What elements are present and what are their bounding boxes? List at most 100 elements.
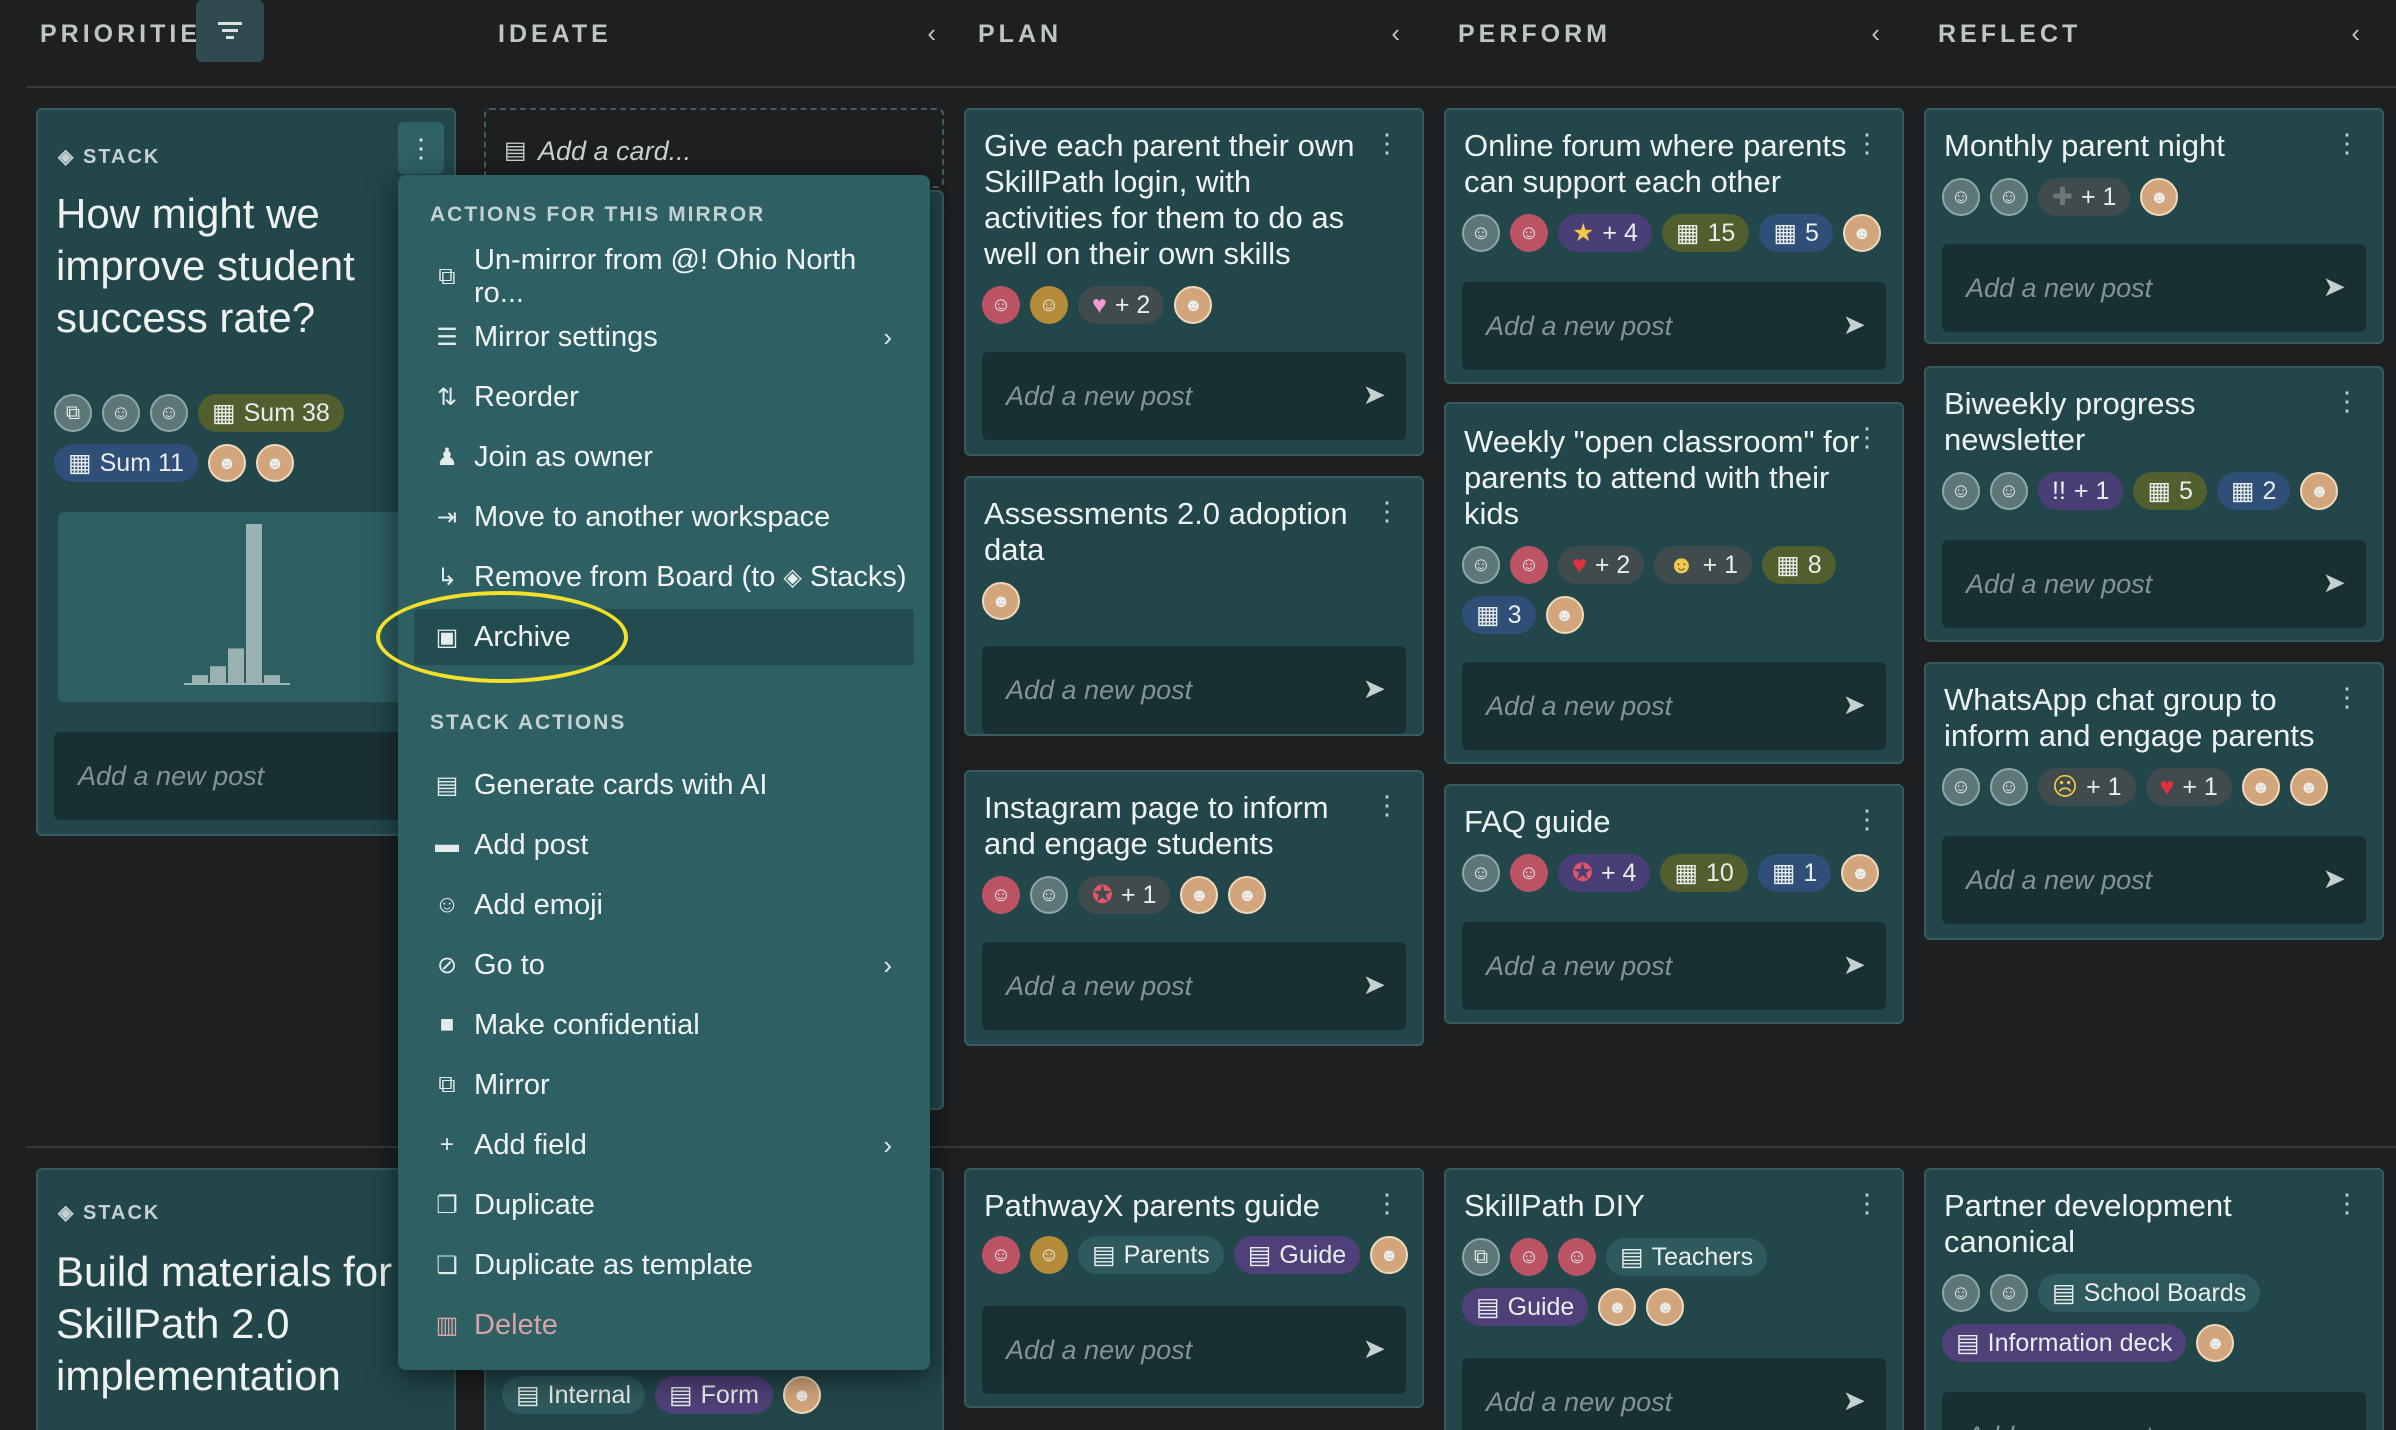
add-post-input[interactable]: Add a new post	[54, 732, 438, 820]
filter-button[interactable]	[196, 0, 264, 62]
card-menu-icon[interactable]: ⋮	[2334, 130, 2360, 156]
send-icon[interactable]: ➤	[1843, 688, 1866, 721]
send-icon[interactable]: ➤	[1843, 308, 1866, 341]
field-icon: ▦	[1674, 859, 1699, 887]
menu-item-mirror[interactable]: ⧉ Mirror	[414, 1057, 914, 1113]
add-post-input[interactable]: Add a new post ➤	[1462, 922, 1886, 1010]
perform-card[interactable]: Weekly "open classroom" for parents to a…	[1444, 402, 1904, 764]
card-menu-icon[interactable]: ⋮	[1374, 498, 1400, 524]
add-post-input[interactable]: Add a new post ➤	[1942, 244, 2366, 332]
perform-card[interactable]: Online forum where parents can support e…	[1444, 108, 1904, 384]
menu-item-join-as-owner[interactable]: ♟ Join as owner	[414, 429, 914, 485]
add-post-input[interactable]: Add a new post ➤	[982, 1306, 1406, 1394]
plan-card[interactable]: PathwayX parents guide ⋮ ☺ ☺ ▤ Parents ▤ G…	[964, 1168, 1424, 1408]
menu-item-duplicate[interactable]: ❐ Duplicate	[414, 1177, 914, 1233]
stack-title[interactable]: Build materials for SkillPath 2.0 implem…	[56, 1246, 456, 1402]
card-title[interactable]: FAQ guide	[1464, 804, 1864, 840]
card-menu-icon[interactable]: ⋮	[2334, 684, 2360, 710]
menu-item-make-confidential[interactable]: ■ Make confidential	[414, 997, 914, 1053]
reflect-card[interactable]: Biweekly progress newsletter ⋮ ☺ ☺ !! + 1…	[1924, 366, 2384, 642]
send-icon[interactable]: ➤	[1363, 378, 1386, 411]
card-menu-icon[interactable]: ⋮	[1854, 806, 1880, 832]
card-menu-icon[interactable]: ⋮	[1374, 1190, 1400, 1216]
add-post-input[interactable]: Add a new post ➤	[1942, 540, 2366, 628]
menu-item-add-emoji[interactable]: ☺ Add emoji	[414, 877, 914, 933]
filter-icon	[218, 22, 242, 39]
collapse-column-icon[interactable]: ‹	[1871, 18, 1880, 49]
add-post-placeholder: Add a new post	[1486, 311, 1673, 341]
send-icon[interactable]: ➤	[2323, 862, 2346, 895]
menu-section-header: ACTIONS FOR THIS MIRROR	[430, 203, 766, 226]
card-menu-icon[interactable]: ⋮	[1374, 130, 1400, 156]
card-title[interactable]: Give each parent their own SkillPath log…	[984, 128, 1374, 272]
card-menu-icon[interactable]: ⋮	[2334, 388, 2360, 414]
plan-card[interactable]: Give each parent their own SkillPath log…	[964, 108, 1424, 456]
reflect-card[interactable]: Partner development canonical ⋮ ☺ ☺ ▤ Sch…	[1924, 1168, 2384, 1430]
card-title[interactable]: Instagram page to inform and engage stud…	[984, 790, 1374, 862]
menu-item-go-to[interactable]: ⊘ Go to ›	[414, 937, 914, 993]
assignee-icon: ☺	[1942, 1274, 1980, 1312]
menu-item-delete[interactable]: ▥ Delete	[414, 1297, 914, 1353]
add-post-input[interactable]: Add a new post ➤	[982, 646, 1406, 734]
card-title[interactable]: PathwayX parents guide	[984, 1188, 1374, 1224]
menu-item-add-post[interactable]: ▬ Add post	[414, 817, 914, 873]
send-icon[interactable]: ➤	[1363, 672, 1386, 705]
stack-menu-button[interactable]: ⋮	[398, 122, 444, 174]
plan-card[interactable]: Assessments 2.0 adoption data ⋮ ☻ Add a …	[964, 476, 1424, 736]
send-icon[interactable]: ➤	[2323, 566, 2346, 599]
reflect-card[interactable]: Monthly parent night ⋮ ☺ ☺ ✚ + 1 ☻ Add a …	[1924, 108, 2384, 344]
send-icon[interactable]: ➤	[1363, 1332, 1386, 1365]
card-title[interactable]: WhatsApp chat group to inform and engage…	[1944, 682, 2344, 754]
card-title[interactable]: Biweekly progress newsletter	[1944, 386, 2344, 458]
link-icon: ⊘	[436, 951, 458, 979]
menu-item-reorder[interactable]: ⇅ Reorder	[414, 369, 914, 425]
send-icon[interactable]: ➤	[2323, 270, 2346, 303]
menu-item-label: Remove from Board (to	[474, 560, 776, 593]
card-title[interactable]: SkillPath DIY	[1464, 1188, 1864, 1224]
add-post-input[interactable]: Add a new post ➤	[1462, 282, 1886, 370]
add-post-input[interactable]: Add a new post ➤	[982, 942, 1406, 1030]
card-chips: ☺ ☺ ▤ School Boards ▤ Information deck ☻	[1942, 1274, 2362, 1362]
avatar: ☻	[2300, 472, 2339, 510]
card-title[interactable]: Partner development canonical	[1944, 1188, 2344, 1260]
menu-item-move-workspace[interactable]: ⇥ Move to another workspace	[414, 489, 914, 545]
number-chip: ▦ 5	[2133, 472, 2207, 510]
stack-title[interactable]: How might we improve student success rat…	[56, 188, 436, 344]
menu-item-add-field[interactable]: + Add field ›	[414, 1117, 914, 1173]
avatar: ☻	[2241, 768, 2280, 806]
menu-item-mirror-settings[interactable]: ☰ Mirror settings ›	[414, 309, 914, 365]
card-title[interactable]: Online forum where parents can support e…	[1464, 128, 1864, 200]
add-post-input[interactable]: Add a new post ➤	[1462, 1358, 1886, 1430]
card-menu-icon[interactable]: ⋮	[1854, 130, 1880, 156]
send-icon[interactable]: ➤	[1843, 1384, 1866, 1417]
collapse-column-icon[interactable]: ‹	[927, 18, 936, 49]
card-menu-icon[interactable]: ⋮	[1854, 1190, 1880, 1216]
add-post-input[interactable]: Add a new post	[1942, 1392, 2366, 1430]
menu-item-generate-ai[interactable]: ▤ Generate cards with AI	[414, 757, 914, 813]
card-menu-icon[interactable]: ⋮	[2334, 1190, 2360, 1216]
stack-card[interactable]: ◈ STACK Build materials for SkillPath 2.…	[36, 1168, 456, 1430]
card-menu-icon[interactable]: ⋮	[1854, 424, 1880, 450]
card-title[interactable]: Assessments 2.0 adoption data	[984, 496, 1374, 568]
menu-item-duplicate-template[interactable]: ❏ Duplicate as template	[414, 1237, 914, 1293]
card-title[interactable]: Weekly "open classroom" for parents to a…	[1464, 424, 1864, 532]
add-post-placeholder: Add a new post	[1966, 865, 2153, 895]
reflect-card[interactable]: WhatsApp chat group to inform and engage…	[1924, 662, 2384, 940]
stack-card[interactable]: ◈ STACK ⋮ How might we improve student s…	[36, 108, 456, 836]
add-post-input[interactable]: Add a new post ➤	[1462, 662, 1886, 750]
menu-item-unmirror[interactable]: ⧉ Un-mirror from @! Ohio North ro...	[414, 244, 914, 309]
collapse-column-icon[interactable]: ‹	[2351, 18, 2360, 49]
add-post-input[interactable]: Add a new post ➤	[1942, 836, 2366, 924]
tag-label: Parents	[1123, 1240, 1210, 1269]
card-menu-icon[interactable]: ⋮	[1374, 792, 1400, 818]
perform-card[interactable]: FAQ guide ⋮ ☺ ☺ ✪ + 4 ▦ 10 ▦ 1 ☻ Add a new …	[1444, 784, 1904, 1024]
add-post-input[interactable]: Add a new post ➤	[982, 352, 1406, 440]
plan-card[interactable]: Instagram page to inform and engage stud…	[964, 770, 1424, 1046]
perform-card[interactable]: SkillPath DIY ⋮ ⧉ ☺ ☺ ▤ Teachers ▤ Guide ☻…	[1444, 1168, 1904, 1430]
send-icon[interactable]: ➤	[1843, 948, 1866, 981]
card-title[interactable]: Monthly parent night	[1944, 128, 2344, 164]
collapse-column-icon[interactable]: ‹	[1391, 18, 1400, 49]
send-icon[interactable]: ➤	[1363, 968, 1386, 1001]
emoji-count: + 2	[1594, 550, 1631, 579]
card-chips: ☻	[982, 582, 1020, 620]
